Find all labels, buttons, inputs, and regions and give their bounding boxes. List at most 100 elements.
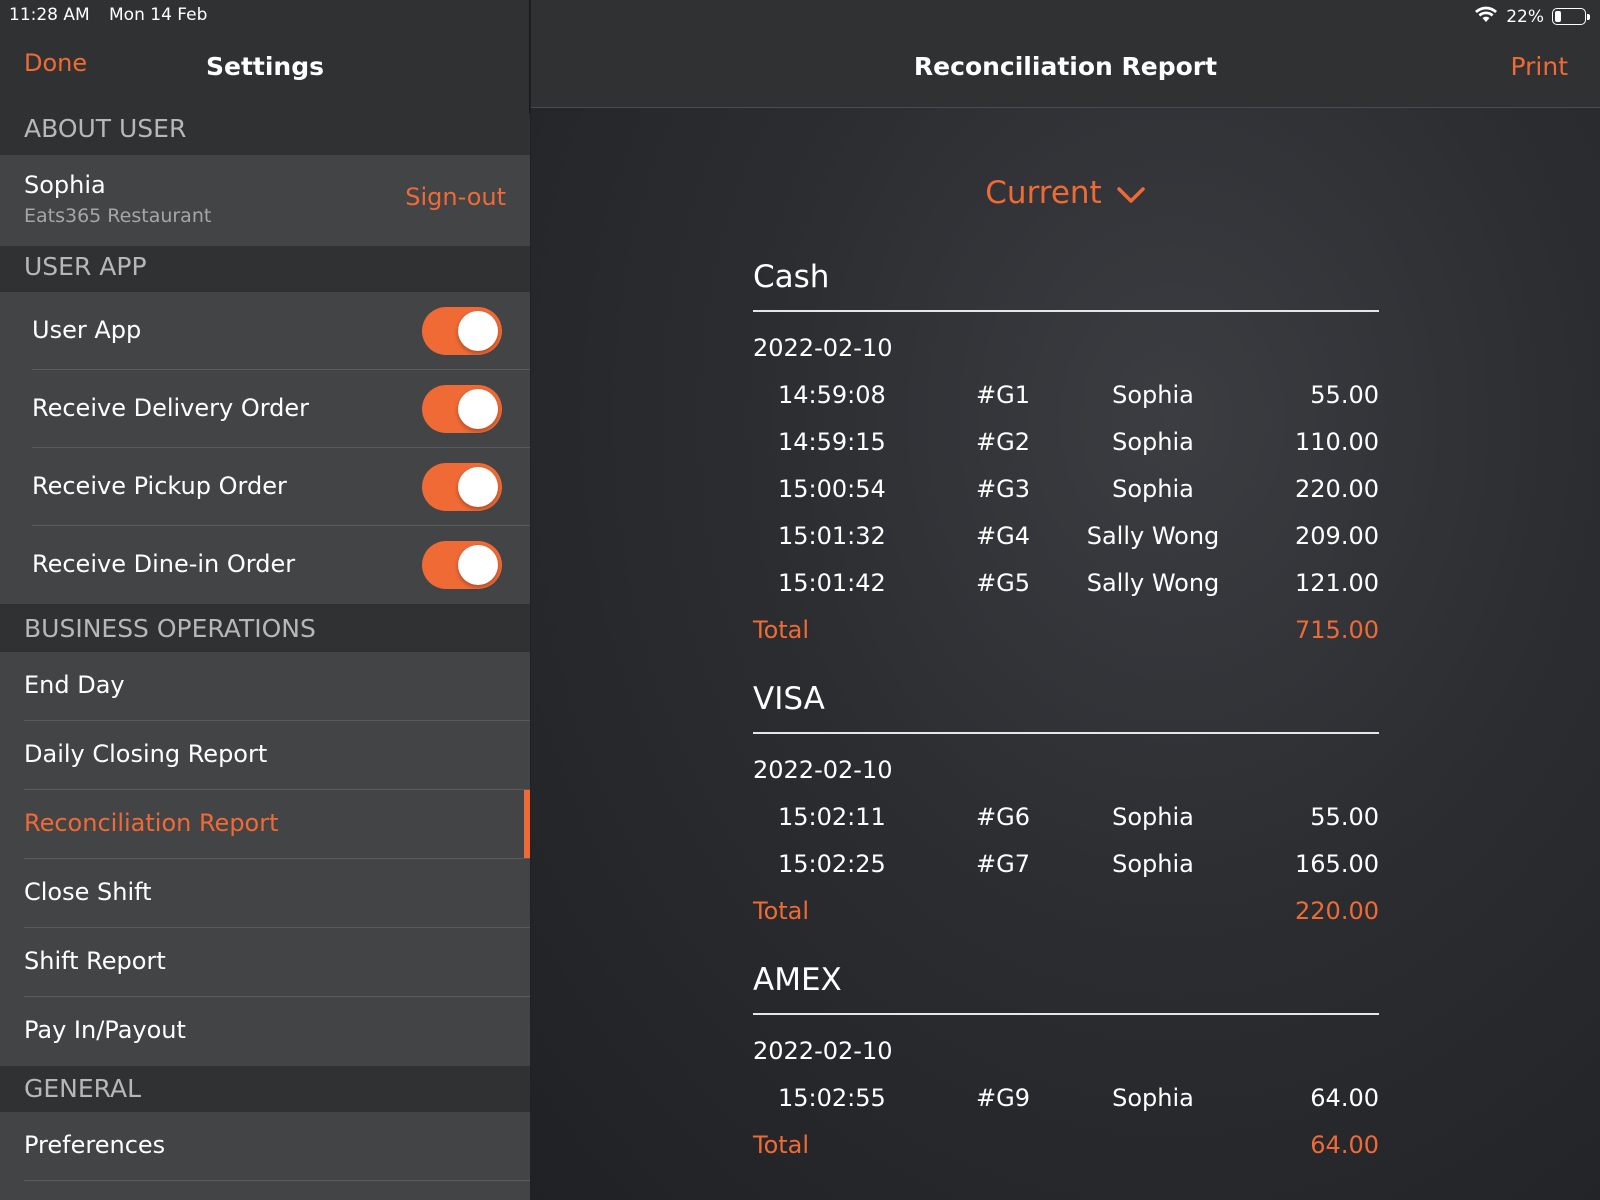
total-row: Total 64.00 [753, 1131, 1379, 1159]
toggle-knob [458, 545, 498, 585]
tx-user: Sally Wong [1086, 569, 1220, 597]
toggle-label: Receive Delivery Order [32, 394, 310, 422]
status-date: Mon 14 Feb [109, 5, 208, 25]
toggle-row-dine-in: Receive Dine-in Order [0, 526, 530, 604]
print-button[interactable]: Print [1510, 52, 1568, 81]
transaction-row: 15:02:11 #G6 Sophia 55.00 [753, 803, 1379, 843]
total-row: Total 715.00 [753, 616, 1379, 644]
settings-sidebar: Done Settings ABOUT USER Sophia Eats365 … [0, 0, 530, 1200]
battery-percentage: 22% [1506, 6, 1544, 27]
tx-time: 15:02:11 [778, 803, 886, 831]
section-divider [753, 1013, 1379, 1015]
transaction-row: 15:01:42 #G5 Sally Wong 121.00 [753, 569, 1379, 609]
status-bar: 11:28 AM Mon 14 Feb 22% [0, 0, 1600, 32]
tx-amount: 220.00 [1295, 475, 1379, 503]
total-amount: 220.00 [1295, 897, 1379, 925]
total-amount: 64.00 [1310, 1131, 1379, 1159]
menu-item-end-day[interactable]: End Day [0, 652, 530, 721]
tx-user: Sophia [1112, 850, 1194, 878]
tx-user: Sophia [1112, 475, 1194, 503]
total-label: Total [753, 1131, 810, 1159]
total-label: Total [753, 616, 810, 644]
user-restaurant: Eats365 Restaurant [24, 205, 212, 227]
battery-level [1555, 11, 1562, 22]
tx-time: 15:00:54 [778, 475, 886, 503]
report-title: Reconciliation Report [913, 52, 1218, 81]
transaction-row: 15:02:25 #G7 Sophia 165.00 [753, 850, 1379, 890]
user-name: Sophia [24, 171, 106, 199]
toggle-knob [458, 389, 498, 429]
total-amount: 715.00 [1295, 616, 1379, 644]
tx-amount: 209.00 [1295, 522, 1379, 550]
tx-id: #G1 [976, 381, 1030, 409]
menu-item-close-shift[interactable]: Close Shift [0, 859, 530, 928]
tx-user: Sophia [1112, 428, 1194, 456]
menu-item-preferences[interactable]: Preferences [0, 1112, 530, 1181]
toggle-row-delivery: Receive Delivery Order [0, 370, 530, 448]
toggle-knob [458, 311, 498, 351]
section-divider [753, 310, 1379, 312]
menu-item-reconciliation-report[interactable]: Reconciliation Report [0, 790, 530, 859]
tx-amount: 165.00 [1295, 850, 1379, 878]
tx-user: Sophia [1112, 803, 1194, 831]
date-label: 2022-02-10 [753, 1037, 893, 1065]
transaction-row: 15:02:55 #G9 Sophia 64.00 [753, 1084, 1379, 1124]
tx-user: Sophia [1112, 381, 1194, 409]
tx-id: #G9 [976, 1084, 1030, 1112]
receive-delivery-toggle[interactable] [422, 385, 502, 433]
total-label: Total [753, 897, 810, 925]
transaction-row: 14:59:08 #G1 Sophia 55.00 [753, 381, 1379, 421]
battery-icon [1552, 8, 1590, 25]
menu-item-daily-closing-report[interactable]: Daily Closing Report [0, 721, 530, 790]
receive-pickup-toggle[interactable] [422, 463, 502, 511]
toggle-row-pickup: Receive Pickup Order [0, 448, 530, 526]
tx-id: #G3 [976, 475, 1030, 503]
toggle-knob [458, 467, 498, 507]
tx-amount: 64.00 [1310, 1084, 1379, 1112]
section-divider [753, 732, 1379, 734]
menu-item-label: Preferences [24, 1131, 166, 1159]
sign-out-button[interactable]: Sign-out [405, 183, 506, 211]
report-panel: Reconciliation Report Print Current Cash… [531, 0, 1600, 1200]
menu-item-label: End Day [24, 671, 125, 699]
tx-amount: 55.00 [1310, 381, 1379, 409]
date-label: 2022-02-10 [753, 756, 893, 784]
tx-amount: 121.00 [1295, 569, 1379, 597]
toggle-label: Receive Pickup Order [32, 472, 287, 500]
status-indicators: 22% [1474, 5, 1590, 28]
period-label: Current [985, 175, 1102, 211]
tx-id: #G5 [976, 569, 1030, 597]
status-time: 11:28 AM [9, 5, 90, 25]
toggle-label: User App [32, 316, 142, 344]
section-header-general: GENERAL [0, 1066, 530, 1112]
chevron-down-icon [1116, 177, 1146, 213]
transaction-row: 15:01:32 #G4 Sally Wong 209.00 [753, 522, 1379, 562]
list-item-partial [0, 1181, 530, 1200]
toggle-label: Receive Dine-in Order [32, 550, 296, 578]
tx-id: #G6 [976, 803, 1030, 831]
menu-item-label: Daily Closing Report [24, 740, 268, 768]
menu-item-pay-in-payout[interactable]: Pay In/Payout [0, 997, 530, 1066]
section-header-business-operations: BUSINESS OPERATIONS [0, 604, 530, 652]
tx-user: Sophia [1112, 1084, 1194, 1112]
tx-amount: 110.00 [1295, 428, 1379, 456]
tx-time: 15:02:25 [778, 850, 886, 878]
menu-item-shift-report[interactable]: Shift Report [0, 928, 530, 997]
wifi-icon [1474, 5, 1498, 28]
tx-id: #G2 [976, 428, 1030, 456]
period-selector[interactable]: Current [531, 175, 1600, 213]
section-header-user-app: USER APP [0, 246, 530, 292]
date-label: 2022-02-10 [753, 334, 893, 362]
transaction-row: 15:00:54 #G3 Sophia 220.00 [753, 475, 1379, 515]
section-title-cash: Cash [753, 259, 830, 295]
receive-dine-in-toggle[interactable] [422, 541, 502, 589]
transaction-row: 14:59:15 #G2 Sophia 110.00 [753, 428, 1379, 468]
tx-time: 15:01:32 [778, 522, 886, 550]
active-indicator [524, 790, 530, 859]
menu-item-label: Close Shift [24, 878, 152, 906]
tx-time: 14:59:15 [778, 428, 886, 456]
user-row: Sophia Eats365 Restaurant Sign-out [0, 155, 530, 246]
section-title-amex: AMEX [753, 962, 842, 998]
sidebar-header: Done Settings [0, 32, 530, 108]
user-app-toggle[interactable] [422, 307, 502, 355]
